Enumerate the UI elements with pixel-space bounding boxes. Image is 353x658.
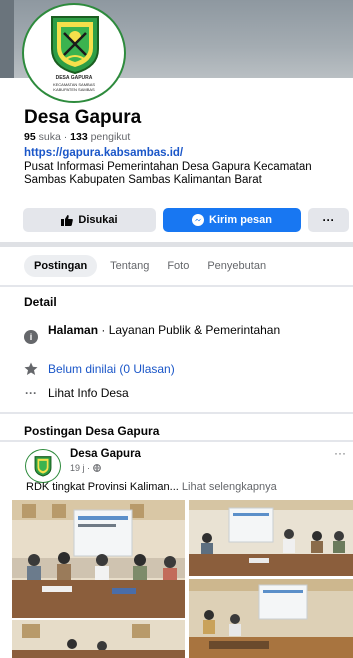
tab-tentang[interactable]: Tentang xyxy=(101,255,158,277)
more-options-button[interactable]: ··· xyxy=(308,208,349,232)
cover-edge xyxy=(0,0,14,78)
messenger-icon xyxy=(192,214,205,226)
post-options-button[interactable]: ··· xyxy=(334,446,346,460)
page-stats[interactable]: 95 suka · 133 pengikut xyxy=(24,131,130,143)
liked-button[interactable]: Disukai xyxy=(23,208,156,232)
detail-more-info-row[interactable]: ··· Lihat Info Desa xyxy=(24,386,129,400)
meeting-photo-3 xyxy=(189,579,353,658)
section-divider xyxy=(0,242,353,247)
ellipsis-icon: ··· xyxy=(25,386,37,400)
meeting-photo-1 xyxy=(12,500,185,618)
meeting-photo-2 xyxy=(189,500,353,576)
post-meta: 19 j · xyxy=(70,463,101,473)
post-photo-1[interactable] xyxy=(12,500,185,618)
detail-heading: Detail xyxy=(24,295,57,309)
post-photo-4[interactable] xyxy=(12,620,185,658)
ellipsis-icon: ··· xyxy=(322,213,335,227)
likes-count: 95 xyxy=(24,131,36,143)
profile-avatar[interactable]: DESA GAPURA KECAMATAN SAMBAS KABUPATEN S… xyxy=(22,3,126,103)
rating-link[interactable]: Belum dinilai (0 Ulasan) xyxy=(48,362,175,376)
posts-heading: Postingan Desa Gapura xyxy=(24,424,160,438)
meeting-photo-4 xyxy=(12,620,185,658)
followers-label: pengikut xyxy=(90,131,131,143)
post-author-name[interactable]: Desa Gapura xyxy=(70,448,141,460)
more-info-link[interactable]: Lihat Info Desa xyxy=(48,386,129,400)
post-body: RDK tingkat Provinsi Kaliman... xyxy=(26,481,179,493)
profile-tabs: Postingan Tentang Foto Penyebutan xyxy=(24,255,275,277)
logo-subtitle-2: KABUPATEN SAMBAS xyxy=(53,87,95,92)
followers-count: 133 xyxy=(70,131,88,143)
tab-foto[interactable]: Foto xyxy=(158,255,198,277)
post-author-avatar[interactable] xyxy=(25,449,61,483)
likes-label: suka xyxy=(38,131,61,143)
thumbs-up-icon xyxy=(61,214,74,226)
website-link[interactable]: https://gapura.kabsambas.id/ xyxy=(24,147,183,159)
posts-divider xyxy=(0,440,353,442)
category-type: Halaman xyxy=(48,323,99,337)
tab-penyebutan[interactable]: Penyebutan xyxy=(198,255,275,277)
info-icon: i xyxy=(24,330,38,344)
post-text: RDK tingkat Provinsi Kaliman... Lihat se… xyxy=(26,481,351,493)
send-message-button[interactable]: Kirim pesan xyxy=(163,208,301,232)
page-title: Desa Gapura xyxy=(24,107,142,128)
desa-gapura-logo xyxy=(34,456,52,477)
logo-title: DESA GAPURA xyxy=(55,75,93,81)
category-text: Halaman · Layanan Publik & Pemerintahan xyxy=(48,323,280,337)
category-value: · Layanan Publik & Pemerintahan xyxy=(98,323,281,337)
post-time[interactable]: 19 j xyxy=(70,463,85,473)
post-photo-2[interactable] xyxy=(189,500,353,576)
globe-icon xyxy=(92,464,101,472)
post-photo-3[interactable] xyxy=(189,579,353,658)
send-message-label: Kirim pesan xyxy=(209,214,272,226)
star-icon xyxy=(24,362,38,376)
see-more-link[interactable]: Lihat selengkapnya xyxy=(182,481,277,493)
detail-rating-row[interactable]: Belum dinilai (0 Ulasan) xyxy=(24,362,175,376)
page-description: Pusat Informasi Pemerintahan Desa Gapura… xyxy=(24,161,312,186)
desa-gapura-logo xyxy=(51,16,99,75)
tab-postingan[interactable]: Postingan xyxy=(24,255,98,277)
liked-button-label: Disukai xyxy=(78,214,118,226)
detail-category-row: i Halaman · Layanan Publik & Pemerintaha… xyxy=(24,323,324,344)
detail-divider xyxy=(0,412,353,414)
tabs-divider xyxy=(0,285,353,287)
